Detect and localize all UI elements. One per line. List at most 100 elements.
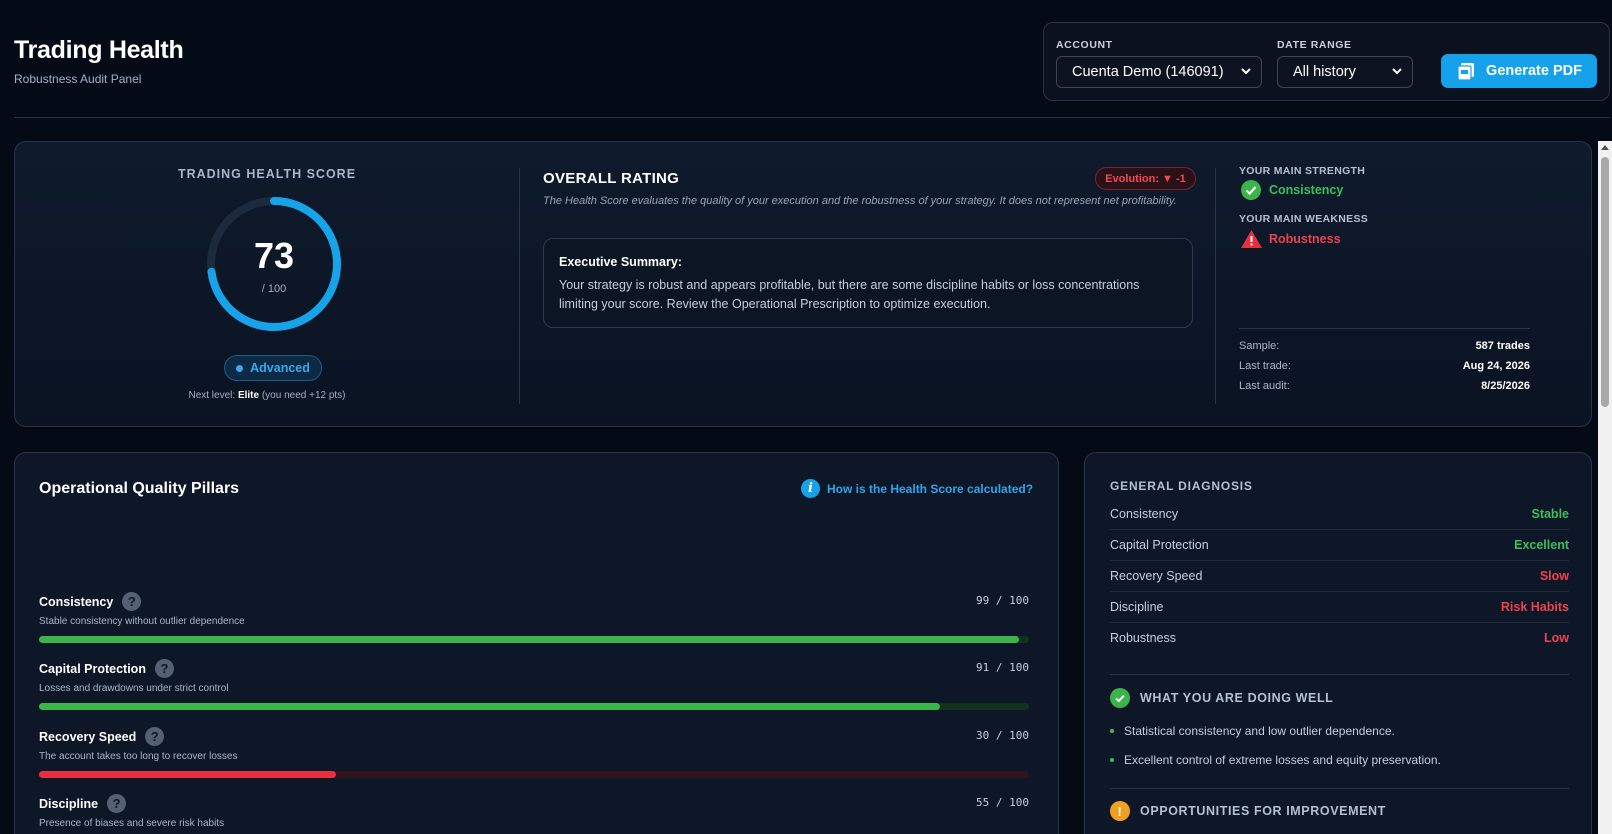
main-weakness-value: Robustness [1269,232,1341,246]
pillar-bar-fill [39,771,336,778]
check-circle-icon [1241,180,1261,200]
pillar-recovery-speed: Recovery Speed? 30 / 100 The account tak… [39,727,1029,787]
diagnosis-key: Consistency [1110,507,1179,521]
score-max: / 100 [261,283,287,295]
pillar-discipline: Discipline? 55 / 100 Presence of biases … [39,794,1029,834]
evolution-badge: Evolution: ▼ -1 [1095,167,1196,190]
scrollbar-thumb[interactable] [1601,157,1609,407]
pillar-bar-track [39,771,1029,778]
next-level-name: Elite [237,390,260,401]
main-strength-value: Consistency [1269,183,1344,197]
diagnosis-card: GENERAL DIAGNOSIS Consistency Stable Capi… [1084,452,1592,834]
help-icon[interactable]: ? [107,794,127,813]
health-summary-card: TRADING HEALTH SCORE 73 / 100 Advanced N… [14,141,1592,427]
pillar-score: 55 / 100 [976,796,1029,809]
sample-label: Sample: [1239,340,1280,352]
list-item-text: Excellent control of extreme losses and … [1124,753,1441,767]
list-item: Excellent control of extreme losses and … [1110,753,1441,767]
pillar-bar-fill [39,636,1020,643]
divider [519,168,520,404]
health-score-help-link[interactable]: i How is the Health Score calculated? [801,479,1033,498]
scroll-up-arrow-icon[interactable] [1601,145,1609,150]
pillar-name-text: Consistency [39,594,114,609]
help-icon[interactable]: ? [122,592,142,611]
bullet-dot [1110,729,1114,733]
next-level-prefix: Next level: [188,390,236,401]
score-value: 73 [253,235,295,276]
bullet-dot [1110,758,1114,762]
improvement-title-text: OPPORTUNITIES FOR IMPROVEMENT [1140,804,1386,818]
pillars-card: Operational Quality Pillars i How is the… [14,452,1059,834]
pillar-capital-protection: Capital Protection? 91 / 100 Losses and … [39,659,1029,719]
account-select-value: Cuenta Demo (146091) [1072,64,1224,80]
pillar-score: 91 / 100 [976,661,1029,674]
date-range-label: DATE RANGE [1277,39,1352,51]
pdf-icon [1457,63,1475,81]
overall-rating-title: OVERALL RATING [543,170,680,187]
rating-description: The Health Score evaluates the quality o… [543,195,1177,207]
diagnosis-value: Risk Habits [1500,600,1569,614]
generate-pdf-button[interactable]: Generate PDF [1441,54,1597,88]
pillar-score: 30 / 100 [976,729,1029,742]
account-select[interactable]: Cuenta Demo (146091) [1056,56,1262,88]
pillar-name: Recovery Speed? [39,727,165,746]
page-subtitle: Robustness Audit Panel [14,72,142,86]
section-divider [1110,674,1569,675]
date-range-select[interactable]: All history [1277,56,1413,88]
health-score-help-label: How is the Health Score calculated? [827,481,1034,496]
list-item: Statistical consistency and low outlier … [1110,724,1395,738]
pillar-description: Losses and drawdowns under strict contro… [39,683,229,694]
diagnosis-value: Stable [1531,507,1569,521]
diagnosis-key: Recovery Speed [1110,569,1203,583]
pillar-description: The account takes too long to recover lo… [39,751,238,762]
diagnosis-key: Capital Protection [1110,538,1209,552]
main-strength-label: YOUR MAIN STRENGTH [1239,165,1366,177]
last-audit-label: Last audit: [1239,380,1290,392]
diagnosis-value: Excellent [1514,538,1569,552]
help-icon[interactable]: ? [145,727,165,746]
divider [1215,168,1216,404]
scrollbar[interactable] [1598,141,1612,834]
pillar-name-text: Discipline [39,796,99,811]
pillar-score: 99 / 100 [976,594,1029,607]
chevron-down-icon [1241,68,1251,75]
pillar-name: Capital Protection? [39,659,174,678]
diagnosis-key: Discipline [1110,600,1164,614]
next-level-text: Next level: Elite (you need +12 pts) [15,390,519,401]
help-icon[interactable]: ? [154,659,174,678]
page-title: Trading Health [14,36,184,64]
meta-divider [1239,328,1530,329]
header-divider [14,117,1610,118]
main-weakness-label: YOUR MAIN WEAKNESS [1239,213,1369,225]
last-audit-value: 8/25/2026 [1481,380,1530,392]
executive-summary: Executive Summary: Your strategy is robu… [543,238,1193,328]
last-trade-value: Aug 24, 2026 [1462,360,1530,372]
info-icon: i [801,479,820,498]
diagnosis-row: Consistency Stable [1110,499,1569,530]
pillar-bar-fill [39,703,940,710]
doing-well-title-text: WHAT YOU ARE DOING WELL [1140,691,1334,705]
account-label: ACCOUNT [1056,39,1113,51]
executive-summary-text: Your strategy is robust and appears prof… [559,278,1140,311]
improvement-title: ! OPPORTUNITIES FOR IMPROVEMENT [1110,801,1386,821]
pillar-bar-track [39,636,1029,643]
warning-icon [1241,230,1262,248]
diagnosis-row: Capital Protection Excellent [1110,530,1569,561]
sample-value: 587 trades [1475,340,1530,352]
diagnosis-value: Slow [1539,569,1569,583]
controls-panel: ACCOUNT Cuenta Demo (146091) DATE RANGE … [1043,22,1610,101]
list-item-text: Statistical consistency and low outlier … [1124,724,1395,738]
pillar-name: Discipline? [39,794,127,813]
diagnosis-row: Recovery Speed Slow [1110,561,1569,592]
pillar-description: Stable consistency without outlier depen… [39,616,245,627]
level-dot [236,364,244,372]
pillar-name-text: Recovery Speed [39,729,137,744]
check-circle-icon [1110,688,1130,708]
pillar-description: Presence of biases and severe risk habit… [39,818,225,829]
next-level-suffix: (you need +12 pts) [261,390,346,401]
date-range-value: All history [1293,64,1356,80]
pillars-title: Operational Quality Pillars [39,480,240,497]
diagnosis-key: Robustness [1110,631,1177,645]
doing-well-title: WHAT YOU ARE DOING WELL [1110,688,1333,708]
executive-summary-title: Executive Summary: [559,255,682,269]
